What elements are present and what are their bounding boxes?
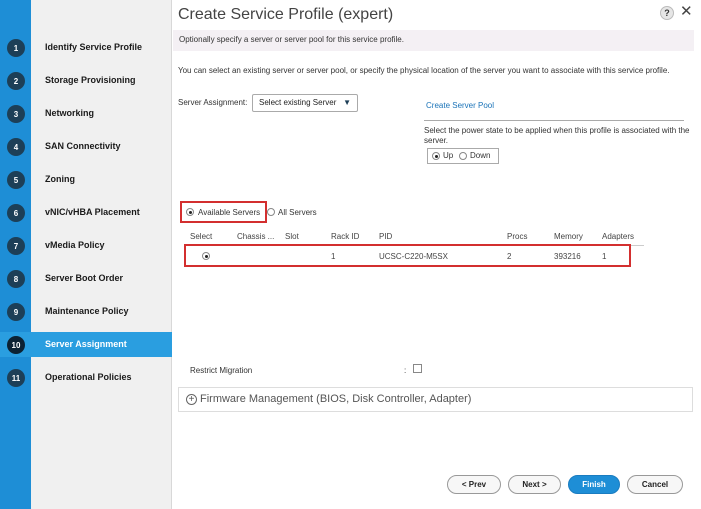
wizard-step[interactable]: 5 Zoning <box>0 167 172 192</box>
power-state-description: Select the power state to be applied whe… <box>424 126 690 145</box>
step-label: SAN Connectivity <box>45 141 121 151</box>
column-header-pid[interactable]: PID <box>379 232 392 241</box>
power-up-label: Up <box>443 151 454 160</box>
expand-plus-icon[interactable]: + <box>186 394 197 405</box>
wizard-step[interactable]: 8 Server Boot Order <box>0 266 172 291</box>
step-number: 3 <box>7 105 25 123</box>
server-assignment-value: Select existing Server <box>259 98 337 107</box>
divider <box>424 120 684 121</box>
wizard-step[interactable]: 7 vMedia Policy <box>0 233 172 258</box>
available-servers-radio[interactable] <box>186 208 194 216</box>
step-label: Server Boot Order <box>45 273 124 283</box>
cell-rack-id: 1 <box>331 252 336 261</box>
column-header-slot[interactable]: Slot <box>285 232 299 241</box>
hint-banner: Optionally specify a server or server po… <box>173 30 694 51</box>
restrict-migration-colon: : <box>404 366 407 375</box>
step-number: 2 <box>7 72 25 90</box>
wizard-step[interactable]: 11 Operational Policies <box>0 365 172 390</box>
power-down-radio[interactable] <box>459 152 467 160</box>
step-label: Zoning <box>45 174 75 184</box>
step-label: Networking <box>45 108 95 118</box>
step-label: vNIC/vHBA Placement <box>45 207 140 217</box>
step-number: 8 <box>7 270 25 288</box>
wizard-step[interactable]: 2 Storage Provisioning <box>0 68 172 93</box>
cancel-button[interactable]: Cancel <box>627 475 683 494</box>
help-icon[interactable]: ? <box>660 6 674 20</box>
restrict-migration-checkbox[interactable] <box>413 364 422 373</box>
step-number: 5 <box>7 171 25 189</box>
step-number: 6 <box>7 204 25 222</box>
wizard-step[interactable]: 6 vNIC/vHBA Placement <box>0 200 172 225</box>
step-label: Identify Service Profile <box>45 42 143 52</box>
assignment-description: You can select an existing server or ser… <box>178 66 670 75</box>
restrict-migration-label: Restrict Migration <box>190 366 253 375</box>
step-number: 1 <box>7 39 25 57</box>
step-label: Operational Policies <box>45 372 132 382</box>
create-server-pool-link[interactable]: Create Server Pool <box>426 101 494 110</box>
next-button[interactable]: Next > <box>508 475 561 494</box>
step-label: vMedia Policy <box>45 240 105 250</box>
all-servers-radio[interactable] <box>267 208 275 216</box>
finish-button[interactable]: Finish <box>568 475 620 494</box>
wizard-step[interactable]: 10 Server Assignment <box>0 332 172 357</box>
prev-button[interactable]: < Prev <box>447 475 501 494</box>
column-header-memory[interactable]: Memory <box>554 232 583 241</box>
wizard-step[interactable]: 3 Networking <box>0 101 172 126</box>
firmware-management-title[interactable]: Firmware Management (BIOS, Disk Controll… <box>200 393 471 405</box>
all-servers-label: All Servers <box>278 208 317 217</box>
chevron-down-icon: ▼ <box>343 98 351 107</box>
column-header-chassis[interactable]: Chassis ... <box>237 232 274 241</box>
step-number: 7 <box>7 237 25 255</box>
available-servers-label: Available Servers <box>198 208 261 217</box>
cell-pid: UCSC-C220-M5SX <box>379 252 448 261</box>
power-up-radio[interactable] <box>432 152 440 160</box>
step-label: Maintenance Policy <box>45 306 129 316</box>
dialog-title: Create Service Profile (expert) <box>178 6 394 23</box>
cell-procs: 2 <box>507 252 512 261</box>
step-number: 4 <box>7 138 25 156</box>
step-number: 11 <box>7 369 25 387</box>
wizard-step[interactable]: 1 Identify Service Profile <box>0 35 172 60</box>
column-header-select: Select <box>190 232 213 241</box>
step-label: Server Assignment <box>45 339 127 349</box>
column-header-procs[interactable]: Procs <box>507 232 527 241</box>
server-assignment-label: Server Assignment: <box>178 98 248 107</box>
column-header-adapters[interactable]: Adapters <box>602 232 634 241</box>
wizard-step[interactable]: 4 SAN Connectivity <box>0 134 172 159</box>
cell-memory: 393216 <box>554 252 581 261</box>
cell-adapters: 1 <box>602 252 607 261</box>
step-number: 9 <box>7 303 25 321</box>
step-label: Storage Provisioning <box>45 75 136 85</box>
server-assignment-select[interactable]: Select existing Server ▼ <box>252 94 358 112</box>
column-header-rack-id[interactable]: Rack ID <box>331 232 359 241</box>
power-down-label: Down <box>470 151 491 160</box>
server-select-radio[interactable] <box>202 252 210 260</box>
step-number: 10 <box>7 336 25 354</box>
wizard-step[interactable]: 9 Maintenance Policy <box>0 299 172 324</box>
close-icon[interactable]: ✕ <box>680 4 693 20</box>
